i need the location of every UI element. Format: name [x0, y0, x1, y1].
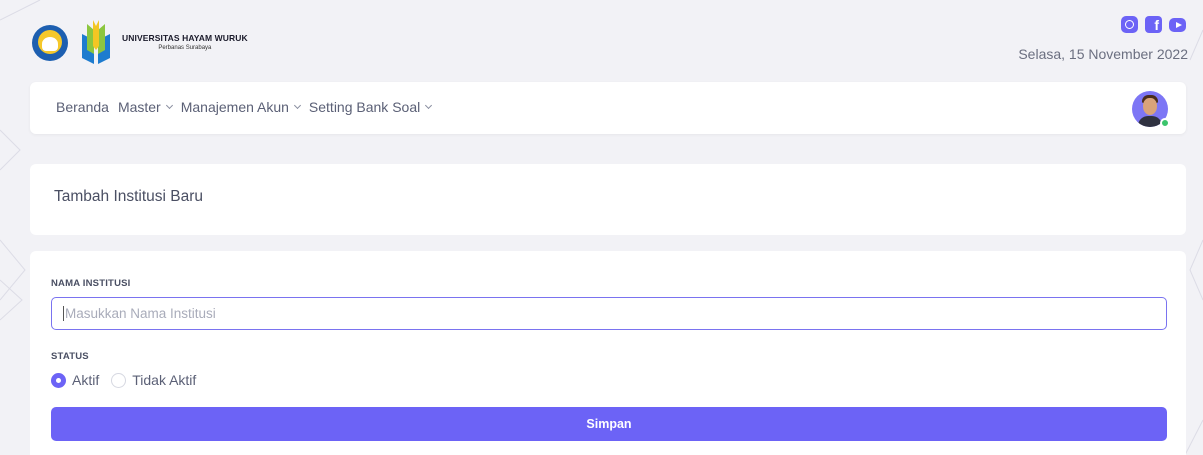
page-container: UNIVERSITAS HAYAM WURUK Perbanas Surabay…	[18, 0, 1198, 455]
chevron-down-icon	[165, 101, 173, 110]
nav-item-label: Setting Bank Soal	[308, 99, 421, 115]
radio-unselected-icon[interactable]	[111, 372, 127, 388]
radio-selected-icon[interactable]	[51, 372, 66, 388]
nav-item-setting-bank-soal[interactable]: Setting Bank Soal	[308, 99, 433, 115]
facebook-glyph: f	[1154, 17, 1159, 33]
instagram-icon[interactable]	[1121, 16, 1138, 33]
page-title: Tambah Institusi Baru	[54, 188, 204, 205]
radio-label: Aktif	[72, 372, 100, 388]
chevron-down-icon	[293, 101, 301, 110]
social-links: f	[1121, 16, 1186, 33]
save-button[interactable]: Simpan	[51, 407, 1167, 441]
youtube-icon[interactable]	[1169, 18, 1186, 32]
status-option-tidak-aktif[interactable]: Tidak Aktif	[111, 372, 196, 388]
online-status-indicator	[1160, 118, 1170, 128]
institution-form: NAMA INSTITUSI STATUS Aktif Tidak Aktif …	[30, 251, 1186, 455]
top-header: UNIVERSITAS HAYAM WURUK Perbanas Surabay…	[18, 0, 1198, 80]
status-option-aktif[interactable]: Aktif	[51, 372, 99, 388]
university-subtitle: Perbanas Surabaya	[158, 45, 212, 52]
uhw-logo-icon	[82, 20, 110, 64]
chevron-down-icon	[425, 101, 433, 110]
tut-wuri-logo-icon	[32, 25, 68, 61]
radio-label: Tidak Aktif	[132, 372, 197, 388]
logo-group[interactable]: UNIVERSITAS HAYAM WURUK Perbanas Surabay…	[32, 20, 248, 66]
status-label: STATUS	[51, 351, 89, 362]
avatar-body	[1138, 116, 1162, 127]
institution-name-input[interactable]	[51, 297, 1167, 330]
nav-item-label: Beranda	[56, 99, 109, 115]
current-date: Selasa, 15 November 2022	[1018, 46, 1188, 62]
nav-menu: Beranda Master Manajemen Akun Setting Ba…	[56, 99, 440, 115]
text-caret	[63, 306, 64, 321]
avatar-face	[1143, 98, 1157, 115]
university-name: UNIVERSITAS HAYAM WURUK	[122, 33, 248, 44]
nav-item-master[interactable]: Master	[117, 99, 173, 115]
main-navbar: Beranda Master Manajemen Akun Setting Ba…	[30, 82, 1186, 134]
nav-item-beranda[interactable]: Beranda	[56, 99, 109, 115]
nav-item-label: Master	[117, 99, 161, 115]
nav-item-label: Manajemen Akun	[180, 99, 289, 115]
institution-name-label: NAMA INSTITUSI	[51, 278, 131, 289]
nav-item-manajemen-akun[interactable]: Manajemen Akun	[180, 99, 301, 115]
university-text: UNIVERSITAS HAYAM WURUK Perbanas Surabay…	[122, 34, 248, 51]
status-radio-group: Aktif Tidak Aktif	[51, 372, 208, 388]
page-title-card: Tambah Institusi Baru	[30, 164, 1186, 235]
facebook-icon[interactable]: f	[1145, 16, 1162, 33]
